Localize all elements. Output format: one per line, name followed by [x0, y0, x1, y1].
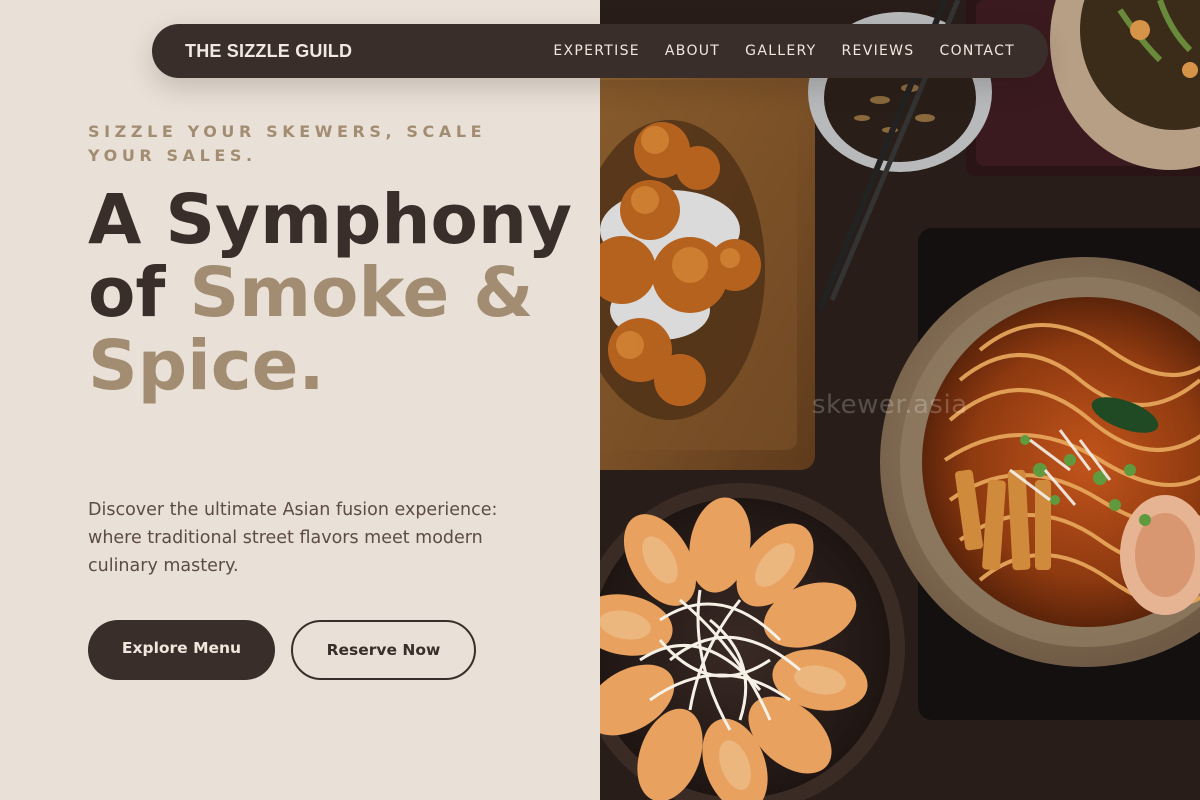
reserve-now-button[interactable]: Reserve Now — [291, 620, 476, 680]
nav-links: EXPERTISE ABOUT GALLERY REVIEWS CONTACT — [553, 43, 1015, 59]
brand-logo[interactable]: THE SIZZLE GUILD — [185, 41, 352, 62]
nav-link-about[interactable]: ABOUT — [665, 43, 720, 59]
nav-link-reviews[interactable]: REVIEWS — [842, 43, 915, 59]
hero-food-photo: skewer.asia — [600, 0, 1200, 800]
hero-eyebrow: SIZZLE YOUR SKEWERS, SCALE YOUR SALES. — [88, 122, 487, 165]
hero-headline: A Symphony of Smoke & Spice. — [88, 184, 588, 403]
nav-link-expertise[interactable]: EXPERTISE — [553, 43, 640, 59]
nav-link-gallery[interactable]: GALLERY — [745, 43, 816, 59]
nav-link-contact[interactable]: CONTACT — [940, 43, 1016, 59]
explore-menu-button[interactable]: Explore Menu — [88, 620, 275, 680]
photo-watermark: skewer.asia — [812, 390, 968, 420]
top-nav: THE SIZZLE GUILD EXPERTISE ABOUT GALLERY… — [152, 24, 1048, 78]
hero-description: Discover the ultimate Asian fusion exper… — [88, 500, 498, 576]
